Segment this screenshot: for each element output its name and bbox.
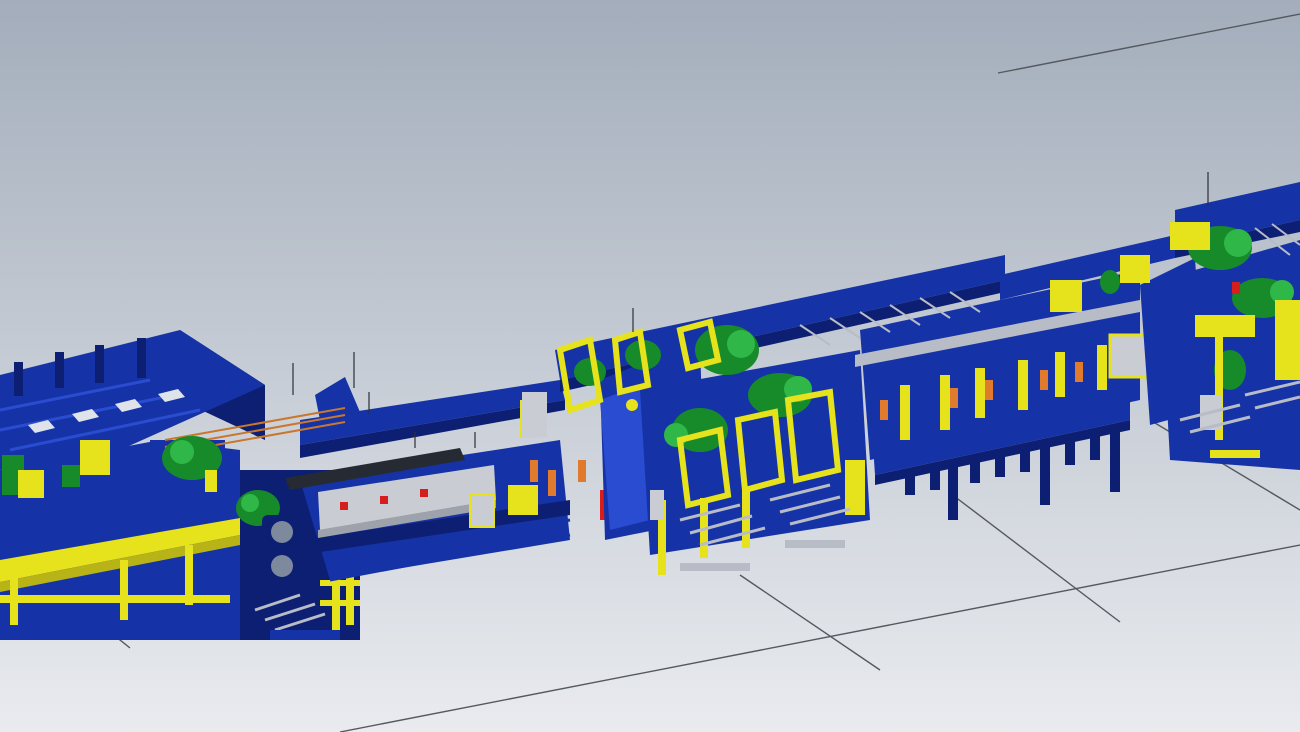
cad-scene — [0, 0, 1300, 732]
junction-box — [469, 494, 495, 528]
